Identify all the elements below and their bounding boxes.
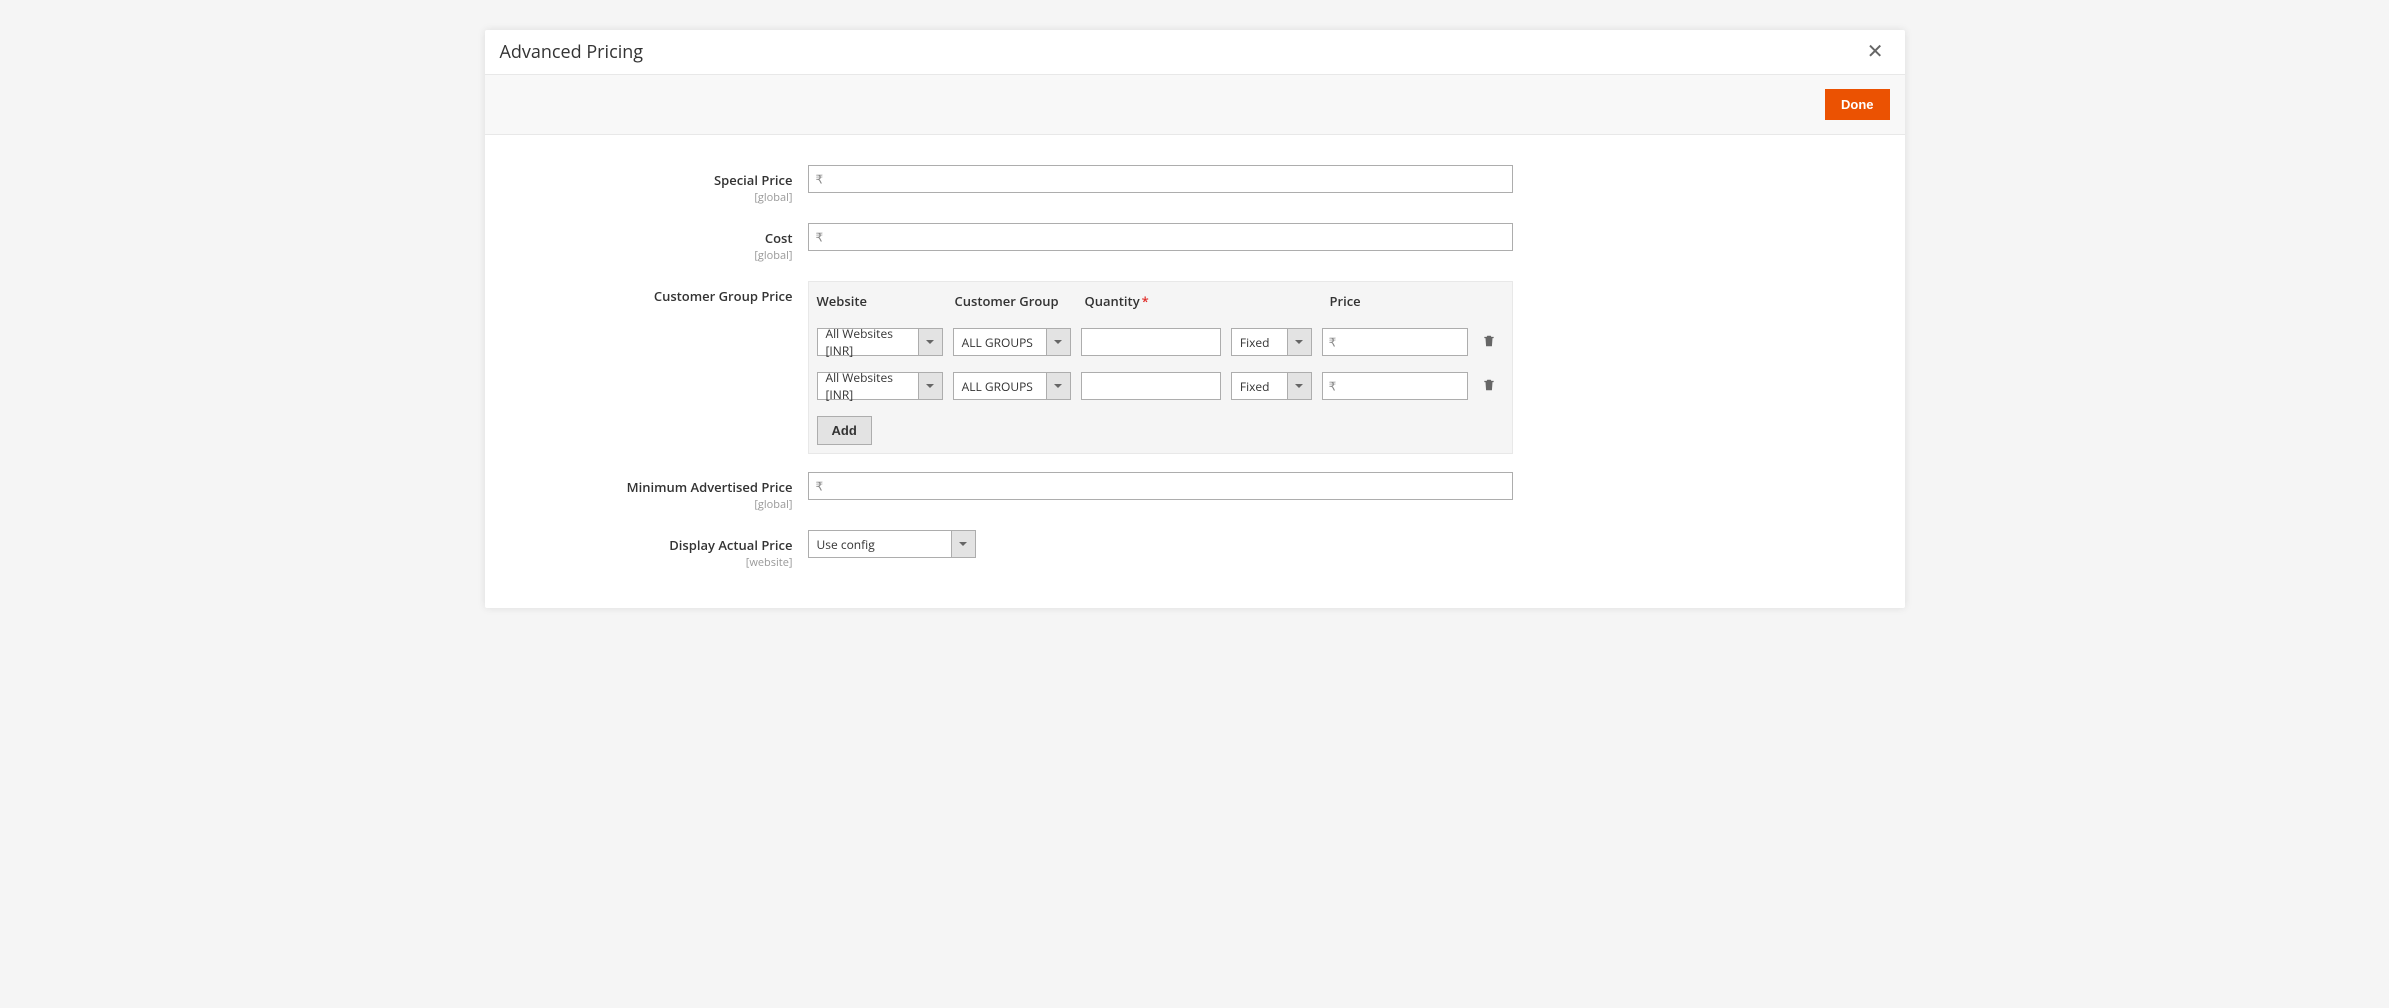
cost-label: Cost (765, 229, 793, 247)
control-col: ₹ (808, 165, 1513, 193)
add-tier-button[interactable]: Add (817, 416, 872, 445)
label-col: Display Actual Price [website] (500, 530, 808, 570)
header-price: Price (1330, 292, 1480, 310)
trash-icon (1482, 378, 1496, 392)
price-type-select[interactable]: Fixed (1231, 372, 1312, 400)
map-label: Minimum Advertised Price (627, 478, 793, 496)
chevron-down-icon (919, 328, 943, 356)
chevron-down-icon (1047, 372, 1071, 400)
price-type-select[interactable]: Fixed (1231, 328, 1312, 356)
scope-label: [global] (500, 248, 793, 263)
modal-header: Advanced Pricing ✕ (485, 30, 1905, 75)
tier-price-table: Website Customer Group Quantity* Price A… (808, 281, 1513, 454)
display-actual-select[interactable]: Use config (808, 530, 976, 558)
header-website: Website (817, 292, 955, 310)
close-icon: ✕ (1867, 41, 1884, 63)
select-value: Fixed (1231, 372, 1288, 400)
price-input-wrap: ₹ (1322, 372, 1468, 400)
display-actual-row: Display Actual Price [website] Use confi… (500, 530, 1890, 570)
map-row: Minimum Advertised Price [global] ₹ (500, 472, 1890, 512)
tier-row: All Websites [INR] ALL GROUPS Fixed (809, 364, 1512, 408)
action-bar: Done (485, 75, 1905, 135)
done-button[interactable]: Done (1825, 89, 1890, 120)
tier-row: All Websites [INR] ALL GROUPS Fixed (809, 320, 1512, 364)
input-wrap: ₹ (808, 223, 1513, 251)
price-input[interactable] (1322, 372, 1468, 400)
website-select[interactable]: All Websites [INR] (817, 328, 943, 356)
website-select[interactable]: All Websites [INR] (817, 372, 943, 400)
chevron-down-icon (1047, 328, 1071, 356)
select-value: ALL GROUPS (953, 372, 1047, 400)
quantity-input[interactable] (1081, 372, 1221, 400)
header-price-type (1235, 292, 1330, 310)
control-col: ₹ (808, 472, 1513, 500)
modal-title: Advanced Pricing (500, 40, 644, 64)
select-value: ALL GROUPS (953, 328, 1047, 356)
chevron-down-icon (952, 530, 976, 558)
input-wrap: ₹ (808, 165, 1513, 193)
tier-header: Website Customer Group Quantity* Price (809, 282, 1512, 320)
chevron-down-icon (1288, 328, 1312, 356)
quantity-input[interactable] (1081, 328, 1221, 356)
select-value: Fixed (1231, 328, 1288, 356)
select-value: All Websites [INR] (817, 328, 919, 356)
header-group: Customer Group (955, 292, 1085, 310)
special-price-row: Special Price [global] ₹ (500, 165, 1890, 205)
chevron-down-icon (1288, 372, 1312, 400)
trash-icon (1482, 334, 1496, 348)
group-select[interactable]: ALL GROUPS (953, 372, 1071, 400)
header-quantity: Quantity* (1085, 292, 1235, 310)
control-col: Use config (808, 530, 1513, 558)
delete-row-button[interactable] (1478, 330, 1500, 355)
group-select[interactable]: ALL GROUPS (953, 328, 1071, 356)
add-row: Add (809, 408, 1512, 453)
form-body: Special Price [global] ₹ Cost [global] ₹ (485, 135, 1905, 608)
cost-row: Cost [global] ₹ (500, 223, 1890, 263)
scope-label: [global] (500, 497, 793, 512)
label-col: Special Price [global] (500, 165, 808, 205)
input-wrap: ₹ (808, 472, 1513, 500)
close-button[interactable]: ✕ (1861, 40, 1890, 64)
control-col: Website Customer Group Quantity* Price A… (808, 281, 1513, 454)
map-input[interactable] (808, 472, 1513, 500)
tier-price-label: Customer Group Price (654, 287, 793, 305)
label-col: Minimum Advertised Price [global] (500, 472, 808, 512)
delete-row-button[interactable] (1478, 374, 1500, 399)
required-star: * (1142, 292, 1149, 310)
chevron-down-icon (919, 372, 943, 400)
tier-price-row: Customer Group Price Website Customer Gr… (500, 281, 1890, 454)
special-price-input[interactable] (808, 165, 1513, 193)
display-actual-label: Display Actual Price (669, 536, 792, 554)
price-input[interactable] (1322, 328, 1468, 356)
special-price-label: Special Price (714, 171, 793, 189)
scope-label: [website] (500, 555, 793, 570)
scope-label: [global] (500, 190, 793, 205)
control-col: ₹ (808, 223, 1513, 251)
price-input-wrap: ₹ (1322, 328, 1468, 356)
cost-input[interactable] (808, 223, 1513, 251)
label-col: Cost [global] (500, 223, 808, 263)
select-value: Use config (808, 530, 952, 558)
select-value: All Websites [INR] (817, 372, 919, 400)
advanced-pricing-modal: Advanced Pricing ✕ Done Special Price [g… (485, 30, 1905, 608)
label-col: Customer Group Price (500, 281, 808, 305)
